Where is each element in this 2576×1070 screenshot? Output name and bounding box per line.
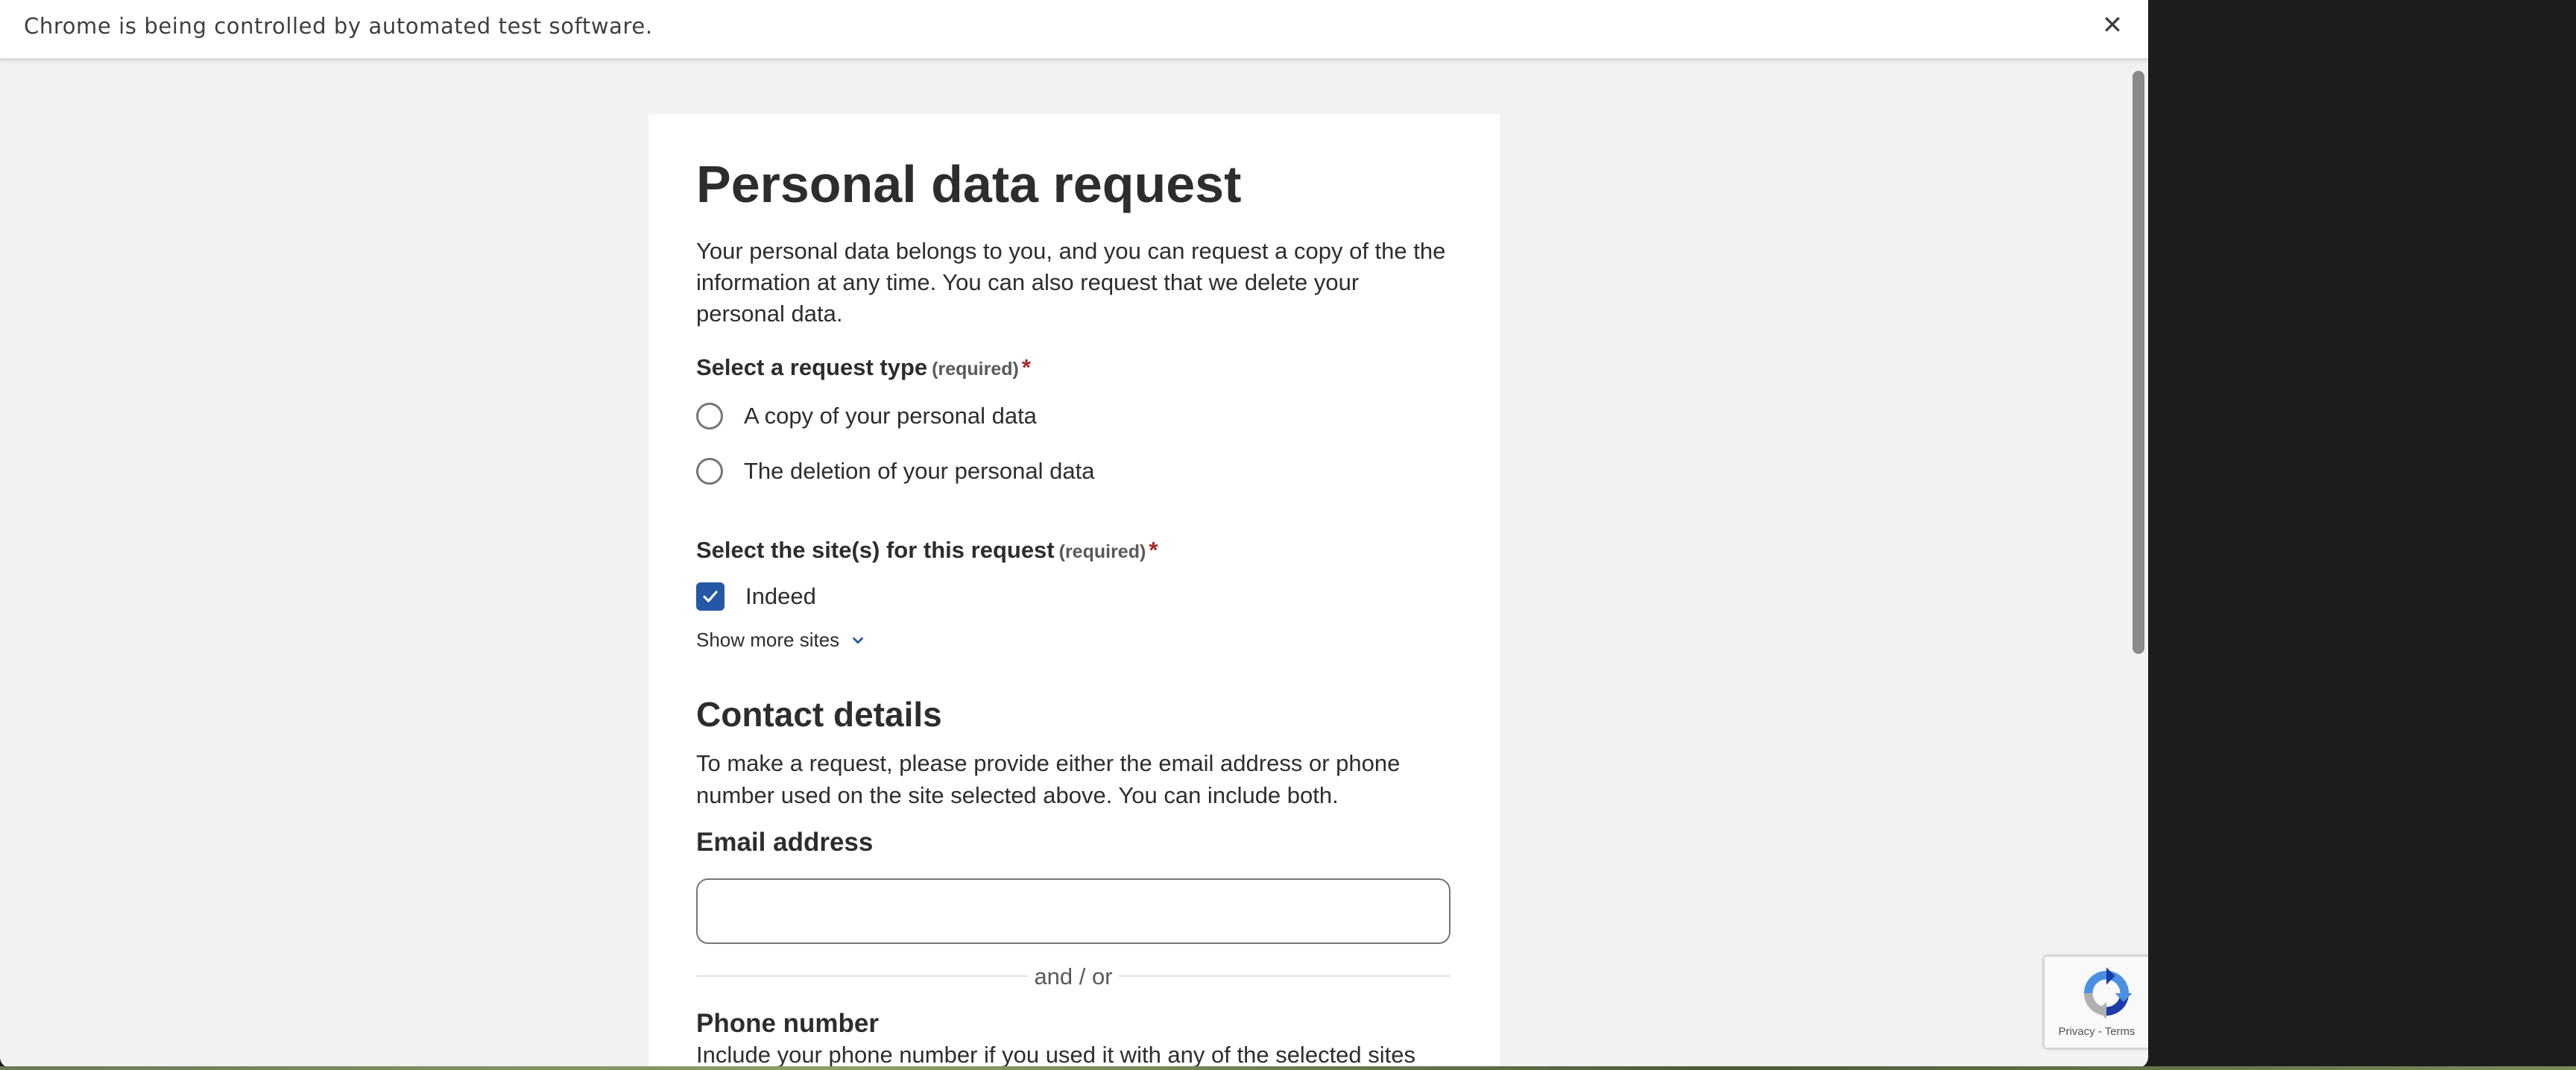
site-checkbox-indeed[interactable]: Indeed (696, 582, 816, 611)
radio-button[interactable] (696, 403, 723, 429)
site-checkbox-label: Indeed (745, 583, 816, 609)
checkmark-icon (703, 591, 718, 602)
recaptcha-terms-link[interactable]: Terms (2105, 1025, 2135, 1038)
radio-option-label: The deletion of your personal data (744, 458, 1095, 484)
intro-text: Your personal data belongs to you, and y… (696, 238, 1446, 327)
contact-description: To make a request, please provide either… (696, 750, 1401, 808)
chevron-down-icon (850, 632, 866, 649)
sites-label-text: Select the site(s) for this request (696, 537, 1055, 563)
close-icon[interactable]: ✕ (2097, 10, 2127, 40)
divider-text: and / or (1034, 963, 1113, 989)
radio-option-copy[interactable]: A copy of your personal data (696, 403, 1037, 429)
request-type-label-text: Select a request type (696, 354, 928, 380)
desktop-background-strip (0, 1066, 2576, 1070)
recaptcha-separator: - (2097, 1025, 2102, 1038)
show-more-sites-link[interactable]: Show more sites (696, 629, 866, 652)
and-or-divider: and / or (696, 963, 1450, 989)
radio-button[interactable] (696, 458, 723, 485)
scrollbar-thumb[interactable] (2133, 71, 2144, 654)
required-tag: (required) (932, 359, 1019, 380)
request-form-card: Personal data request Your personal data… (648, 114, 1500, 1068)
required-mark: * (1149, 537, 1158, 563)
required-mark: * (1021, 354, 1031, 380)
browser-window: Chrome is being controlled by automated … (0, 0, 2148, 1068)
page-title: Personal data request (696, 155, 1242, 213)
checkbox-checked[interactable] (696, 582, 724, 611)
phone-help-text: Include your phone number if you used it… (696, 1042, 1416, 1068)
email-label: Email address (696, 828, 874, 857)
page-scrollbar[interactable] (2129, 67, 2148, 1068)
email-input[interactable] (696, 878, 1450, 944)
automation-infobar: Chrome is being controlled by automated … (0, 0, 2148, 60)
contact-details-title: Contact details (696, 695, 942, 734)
show-more-sites-label: Show more sites (696, 629, 840, 651)
recaptcha-links: Privacy - Terms (2045, 1025, 2148, 1038)
radio-option-label: A copy of your personal data (744, 403, 1037, 429)
recaptcha-icon (2083, 967, 2133, 1019)
required-tag: (required) (1058, 541, 1146, 562)
recaptcha-privacy-link[interactable]: Privacy (2058, 1025, 2094, 1038)
infobar-message: Chrome is being controlled by automated … (24, 13, 653, 39)
radio-option-deletion[interactable]: The deletion of your personal data (696, 458, 1094, 485)
sites-label: Select the site(s) for this request (requ… (696, 537, 1158, 564)
recaptcha-badge[interactable]: Privacy - Terms (2044, 956, 2148, 1048)
request-type-label: Select a request type (required) * (696, 354, 1031, 381)
phone-label: Phone number (696, 1009, 880, 1038)
